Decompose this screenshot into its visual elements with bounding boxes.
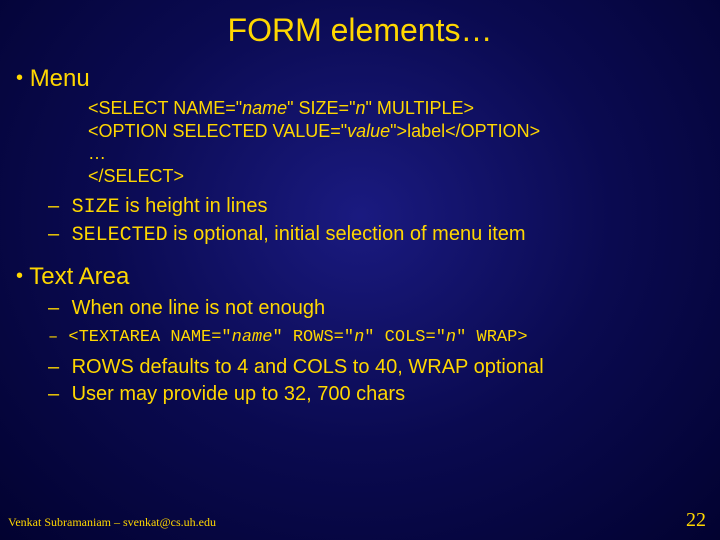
sub-selected: – SELECTED is optional, initial selectio… <box>48 221 712 249</box>
bullet-menu-label: Menu <box>30 65 90 92</box>
code-italic: n <box>446 328 456 347</box>
dash-icon: – <box>48 381 66 408</box>
sub-text: When one line is not enough <box>72 297 326 319</box>
code-italic: n <box>355 98 365 118</box>
footer-author: Venkat Subramaniam – svenkat@cs.uh.edu <box>8 515 216 530</box>
code-line: <SELECT NAME="name" SIZE="n" MULTIPLE> <box>88 97 712 120</box>
bullet-dot-icon: • <box>16 265 23 287</box>
sub-text: User may provide up to 32, 700 chars <box>72 383 406 405</box>
slide-title: FORM elements… <box>0 0 720 57</box>
code-text: <TEXTAREA NAME=" <box>68 328 231 347</box>
dash-icon: – <box>48 193 66 220</box>
code-line: </SELECT> <box>88 165 712 188</box>
sub-chars: – User may provide up to 32, 700 chars <box>48 381 712 408</box>
code-line: <OPTION SELECTED VALUE="value">label</OP… <box>88 120 712 143</box>
dash-icon: – <box>48 328 68 347</box>
bullet-textarea: • Text Area <box>16 263 712 291</box>
code-text: " COLS=" <box>364 328 446 347</box>
code-text: <SELECT NAME=" <box>88 98 242 118</box>
sub-text: ROWS defaults to 4 and COLS to 40, WRAP … <box>72 356 544 378</box>
code-text: ">label</OPTION> <box>390 121 540 141</box>
code-italic: value <box>347 121 390 141</box>
dash-icon: – <box>48 354 66 381</box>
sub-rows: – ROWS defaults to 4 and COLS to 40, WRA… <box>48 354 712 381</box>
code-text: " MULTIPLE> <box>365 98 474 118</box>
code-text: " SIZE=" <box>287 98 355 118</box>
code-text: " ROWS=" <box>272 328 354 347</box>
code-textarea-line: – <TEXTAREA NAME="name" ROWS="n" COLS="n… <box>48 326 712 350</box>
sub-text: is height in lines <box>120 195 268 217</box>
code-italic: name <box>232 328 273 347</box>
code-italic: name <box>242 98 287 118</box>
bullet-textarea-label: Text Area <box>29 263 129 290</box>
code-line: … <box>88 142 712 165</box>
bullet-menu: • Menu <box>16 65 712 93</box>
slide-number: 22 <box>686 509 706 532</box>
code-inline: SIZE <box>72 196 120 219</box>
code-select-block: <SELECT NAME="name" SIZE="n" MULTIPLE> <… <box>88 97 712 187</box>
code-text: <OPTION SELECTED VALUE=" <box>88 121 347 141</box>
code-inline: SELECTED <box>72 224 168 247</box>
sub-oneline: – When one line is not enough <box>48 295 712 322</box>
bullet-dot-icon: • <box>16 67 23 89</box>
code-text: " WRAP> <box>456 328 527 347</box>
dash-icon: – <box>48 295 66 322</box>
code-italic: n <box>354 328 364 347</box>
slide-body: • Menu <SELECT NAME="name" SIZE="n" MULT… <box>0 65 720 408</box>
sub-text: is optional, initial selection of menu i… <box>168 223 526 245</box>
sub-size: – SIZE is height in lines <box>48 193 712 221</box>
dash-icon: – <box>48 221 66 248</box>
